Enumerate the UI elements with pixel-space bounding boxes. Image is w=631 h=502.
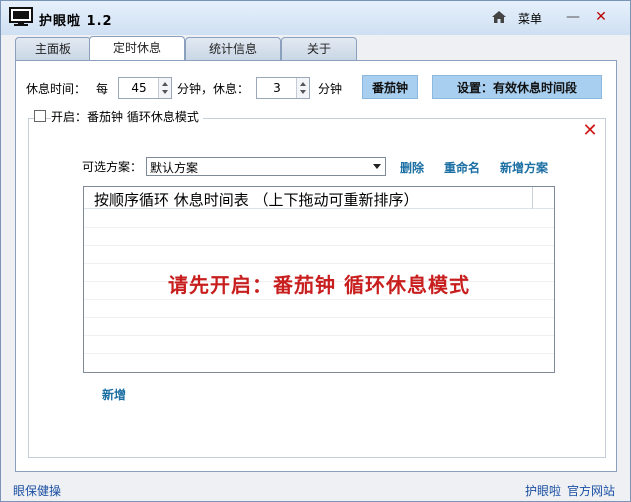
delete-scheme-link[interactable]: 删除 <box>400 159 424 176</box>
list-row-divider <box>84 263 554 264</box>
tab-timed-rest[interactable]: 定时休息 <box>89 36 185 62</box>
rest-schedule-header-text: 按顺序循环 休息时间表 （上下拖动可重新排序） <box>94 191 419 209</box>
scheme-selected-value: 默认方案 <box>150 161 199 175</box>
tab-statistics[interactable]: 统计信息 <box>185 37 281 61</box>
rest-stepper-arrows[interactable] <box>296 78 309 98</box>
tab-about[interactable]: 关于 <box>281 37 357 61</box>
every-label: 每 <box>96 82 109 96</box>
list-row-divider <box>84 335 554 336</box>
minimize-button[interactable]: — <box>563 7 583 27</box>
rest-schedule-list[interactable]: 按顺序循环 休息时间表 （上下拖动可重新排序） 请先开启：番茄钟 循环休息模式 <box>83 186 555 373</box>
tab-main-panel[interactable]: 主面板 <box>15 37 91 61</box>
rename-scheme-link[interactable]: 重命名 <box>444 159 480 176</box>
interval-stepper-arrows[interactable] <box>158 78 171 98</box>
pomodoro-mode-label[interactable]: 开启：番茄钟 循环休息模式 <box>51 108 203 125</box>
minutes-label: 分钟 <box>318 82 343 96</box>
monitor-icon <box>9 7 33 26</box>
list-row-divider <box>84 317 554 318</box>
add-scheme-link[interactable]: 新增方案 <box>500 159 548 176</box>
timed-rest-panel: 休息时间： 每 45 分钟，休息： 3 分钟 番茄钟 设置：有效休息时间段 开启… <box>15 60 617 472</box>
eye-exercise-link[interactable]: 眼保健操 <box>13 482 61 499</box>
add-rest-item-link[interactable]: 新增 <box>102 386 126 403</box>
column-divider <box>532 187 533 209</box>
home-icon[interactable] <box>491 9 507 25</box>
arrow-down-icon[interactable] <box>300 90 306 94</box>
app-window: 护眼啦 1.2 菜单 — ✕ 主面板 统计信息 关于 定时休息 休息时间： 每 … <box>0 0 631 502</box>
pomodoro-button[interactable]: 番茄钟 <box>362 75 418 99</box>
rest-value: 3 <box>273 81 281 95</box>
list-row-divider <box>84 353 554 354</box>
chevron-down-icon[interactable] <box>373 164 381 169</box>
arrow-up-icon[interactable] <box>162 82 168 86</box>
interval-stepper[interactable]: 45 <box>118 77 172 99</box>
minutes-rest-label: 分钟，休息： <box>177 82 250 96</box>
scheme-select[interactable]: 默认方案 <box>146 157 386 176</box>
app-title: 护眼啦 1.2 <box>39 14 113 29</box>
rest-stepper[interactable]: 3 <box>256 77 310 99</box>
interval-value: 45 <box>131 81 147 95</box>
arrow-up-icon[interactable] <box>300 82 306 86</box>
enable-mode-notice: 请先开启：番茄钟 循环休息模式 <box>168 273 470 297</box>
rest-time-label: 休息时间： <box>26 82 87 96</box>
status-bar: 眼保健操 护眼啦 官方网站 <box>1 477 630 501</box>
list-row-divider <box>84 227 554 228</box>
pomodoro-mode-checkbox[interactable] <box>34 110 46 122</box>
list-row-divider <box>84 299 554 300</box>
title-bar[interactable]: 护眼啦 1.2 菜单 — ✕ <box>1 1 630 35</box>
scheme-label: 可选方案： <box>82 160 143 174</box>
app-name-link[interactable]: 护眼啦 <box>525 482 561 499</box>
effective-rest-period-button[interactable]: 设置：有效休息时间段 <box>432 75 602 99</box>
close-button[interactable]: ✕ <box>591 7 611 27</box>
menu-button[interactable]: 菜单 <box>518 10 542 27</box>
rest-schedule-header: 按顺序循环 休息时间表 （上下拖动可重新排序） <box>84 187 554 209</box>
list-row-divider <box>84 245 554 246</box>
close-icon[interactable]: ✕ <box>582 122 598 140</box>
official-site-link[interactable]: 官方网站 <box>567 482 615 499</box>
arrow-down-icon[interactable] <box>162 90 168 94</box>
